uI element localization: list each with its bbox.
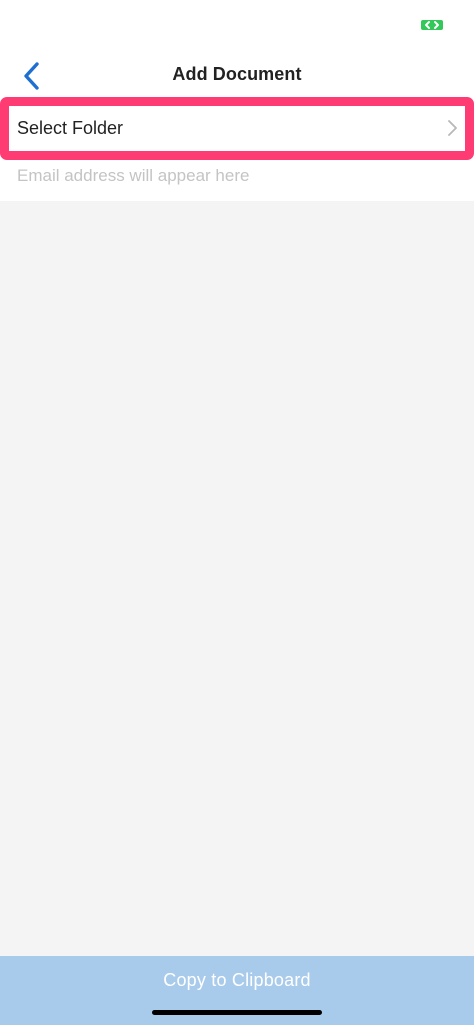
status-bar [0, 0, 474, 50]
chevron-right-icon [448, 120, 457, 136]
document-content-area [0, 201, 474, 956]
home-indicator[interactable] [152, 1010, 322, 1015]
email-address-placeholder: Email address will appear here [17, 166, 250, 185]
status-indicator-icon [421, 20, 443, 30]
navigation-bar: Add Document [0, 50, 474, 100]
select-folder-label: Select Folder [17, 118, 124, 138]
copy-to-clipboard-label: Copy to Clipboard [163, 970, 311, 990]
select-folder-row[interactable]: Select Folder [9, 106, 465, 151]
page-title: Add Document [172, 64, 302, 84]
